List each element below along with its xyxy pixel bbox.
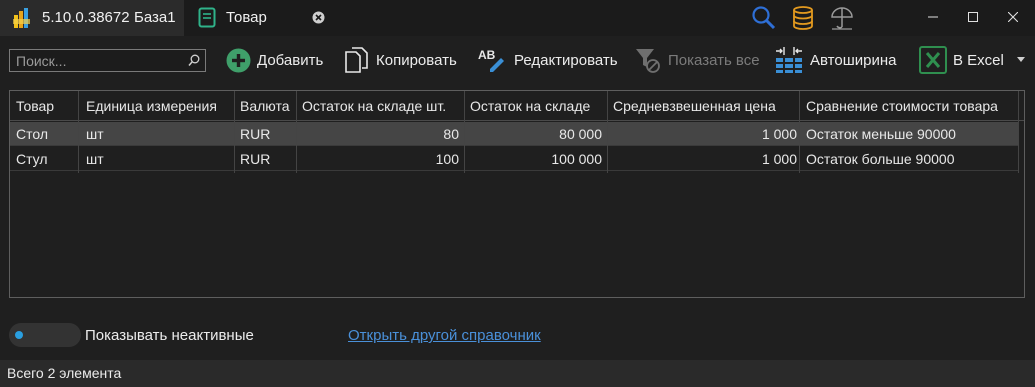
show-inactive-toggle[interactable] [9,323,81,347]
column-header[interactable]: Товар [16,94,78,118]
table-cell: шт [86,126,104,142]
table-cell: 80 [443,126,459,142]
edit-text-icon: AB [478,48,504,72]
column-header[interactable]: Остаток на складе [470,94,608,118]
toggle-knob [15,331,23,339]
toolbar: Добавить Копировать AB Редактировать Пок… [0,36,1035,86]
data-table: Товар Единица измерения Валюта Остаток н… [9,90,1025,298]
document-tab-title: Товар [226,9,267,26]
open-other-directory-link[interactable]: Открыть другой справочник [348,327,541,344]
copy-icon [345,47,368,73]
table-cell: 1 000 [761,151,797,167]
table-cell: 1 000 [761,126,797,142]
search-icon[interactable] [751,5,777,31]
show-all-button[interactable]: Показать все [634,45,760,75]
excel-icon [919,46,947,74]
edit-button[interactable]: AB Редактировать [478,45,618,75]
table-cell: Стул [16,151,48,167]
app-logo-icon [13,8,30,28]
edit-button-label: Редактировать [514,51,618,69]
search-box [9,49,206,72]
column-header[interactable]: Средневзвешенная цена [613,94,797,118]
app-version: 5.10.0.38672 [42,9,130,26]
status-text: Всего 2 элемента [7,365,122,381]
export-excel-button-label: В Excel [953,51,1004,69]
table-cell: 100 [435,151,459,167]
column-divider[interactable] [464,91,465,173]
table-cell: 80 000 [559,126,602,142]
table-cell: RUR [240,151,271,167]
autowidth-button-label: Автоширина [810,51,897,69]
add-button-label: Добавить [257,51,324,69]
show-inactive-label: Показывать неактивные [85,327,254,344]
show-all-button-label: Показать все [668,51,760,69]
copy-button[interactable]: Копировать [344,45,457,75]
plus-circle-icon [226,48,251,72]
app-tab[interactable]: 5.10.0.38672 База1 [0,0,184,36]
table-cell: Стол [16,126,49,142]
autowidth-button[interactable]: Автоширина [774,45,896,75]
table-header: Товар Единица измерения Валюта Остаток н… [10,91,1024,121]
close-window-button[interactable] [998,5,1028,29]
table-cell: 100 000 [551,151,602,167]
table-cell: RUR [240,126,271,142]
column-divider[interactable] [234,91,235,173]
notebook-icon [198,7,216,28]
minimize-icon [928,16,938,18]
autowidth-icon [776,47,802,73]
column-divider[interactable] [296,91,297,173]
chevron-down-icon[interactable] [1017,57,1025,63]
maximize-button[interactable] [958,5,988,29]
column-header[interactable]: Остаток на складе шт. [302,94,464,118]
column-divider[interactable] [78,91,79,173]
column-divider[interactable] [1018,91,1019,173]
close-tab-icon[interactable] [312,11,325,24]
column-divider[interactable] [607,91,608,173]
minimize-button[interactable] [918,5,948,29]
column-header[interactable]: Валюта [240,94,296,118]
column-header[interactable]: Единица измерения [86,94,234,118]
search-icon[interactable] [188,54,200,67]
search-input[interactable] [16,52,176,69]
database-name: База1 [134,9,176,26]
column-divider[interactable] [799,91,800,173]
export-excel-button[interactable]: В Excel [919,45,1004,75]
table-cell: Остаток меньше 90000 [806,126,956,142]
table-row[interactable]: Стул шт RUR 100 100 000 1 000 Остаток бо… [10,147,1018,171]
tab-document[interactable]: Товар [188,0,334,36]
status-bar: Всего 2 элемента [0,360,1035,387]
maximize-icon [968,12,978,22]
svg-text:AB: AB [478,48,496,62]
table-cell: Остаток больше 90000 [806,151,955,167]
title-bar: 5.10.0.38672 База1 Товар [0,0,1035,36]
table-row[interactable]: Стол шт RUR 80 80 000 1 000 Остаток мень… [10,122,1018,146]
umbrella-icon[interactable] [829,5,855,31]
close-icon [1008,12,1018,22]
filter-off-icon [636,49,660,73]
table-cell: шт [86,151,104,167]
column-header[interactable]: Сравнение стоимости товара [806,94,1020,118]
copy-button-label: Копировать [376,51,457,69]
database-icon[interactable] [790,5,816,31]
add-button[interactable]: Добавить [226,45,323,75]
